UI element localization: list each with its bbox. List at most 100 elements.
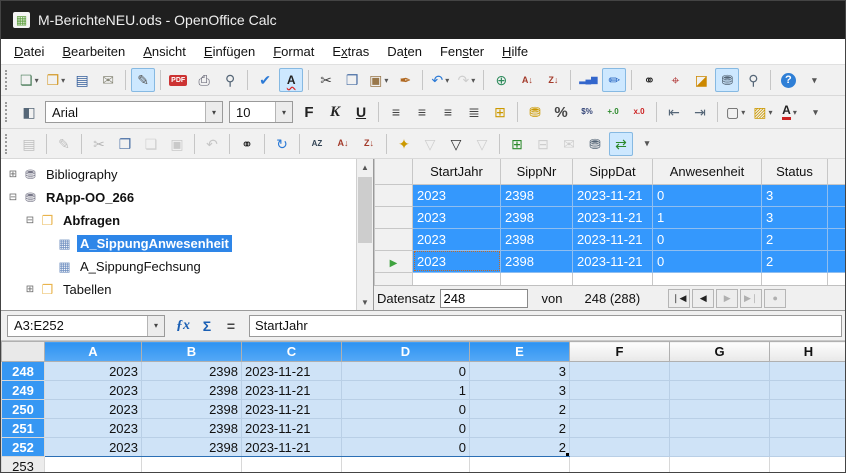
column-header-sippnr[interactable]: SippNr bbox=[501, 159, 573, 184]
menu-ansicht[interactable]: Ansicht bbox=[134, 41, 195, 62]
sheet-cell[interactable]: 2023-11-21 bbox=[242, 400, 342, 419]
sheet-cell[interactable]: 2398 bbox=[142, 400, 242, 419]
toolbar-grip[interactable] bbox=[5, 102, 12, 122]
explorer-toggle-button[interactable]: ⇄ bbox=[609, 132, 633, 156]
draw-functions-button[interactable]: ✏ bbox=[602, 68, 626, 92]
page-preview-button[interactable]: ⚲ bbox=[218, 68, 242, 92]
sheet-cell[interactable]: 0 bbox=[342, 419, 470, 438]
expand-icon[interactable]: ⊞ bbox=[7, 169, 19, 180]
row-selector[interactable] bbox=[375, 184, 413, 206]
navigator-button[interactable]: ⌖ bbox=[663, 68, 687, 92]
sheet-cell[interactable]: 3 bbox=[470, 362, 570, 381]
grid-cell[interactable] bbox=[653, 272, 762, 285]
sheet-cell[interactable]: 0 bbox=[342, 438, 470, 457]
align-right-button[interactable]: ≡ bbox=[436, 100, 460, 124]
sum-button[interactable]: Σ bbox=[195, 315, 219, 337]
scrollbar-thumb[interactable] bbox=[358, 177, 372, 243]
row-header-253[interactable]: 253 bbox=[2, 457, 45, 473]
sheet-cell[interactable]: 2 bbox=[470, 419, 570, 438]
dropdown-arrow-icon[interactable]: ▾ bbox=[445, 76, 449, 85]
column-header-status[interactable]: Status bbox=[762, 159, 828, 184]
percent-button[interactable]: % bbox=[549, 100, 573, 124]
sheet-cell[interactable] bbox=[770, 400, 846, 419]
tree-item-rappoo266[interactable]: ⊟⛃RApp-OO_266 bbox=[1, 186, 356, 209]
chart-button[interactable]: ▂▄▆ bbox=[576, 68, 600, 92]
row-selector[interactable] bbox=[375, 272, 413, 285]
sheet-cell[interactable] bbox=[670, 457, 770, 473]
column-header-a[interactable]: A bbox=[45, 342, 142, 362]
grid-cell[interactable]: 2023 bbox=[413, 228, 501, 250]
format-paintbrush-button[interactable]: ✒ bbox=[393, 68, 417, 92]
gallery-button[interactable]: ◪ bbox=[689, 68, 713, 92]
align-left-button[interactable]: ≡ bbox=[384, 100, 408, 124]
dropdown-arrow-icon[interactable]: ▾ bbox=[35, 76, 39, 85]
grid-cell[interactable]: 2023 bbox=[413, 206, 501, 228]
justify-button[interactable]: ≣ bbox=[462, 100, 486, 124]
collapse-icon[interactable]: ⊟ bbox=[24, 215, 36, 226]
grid-cell[interactable]: 2398 bbox=[501, 184, 573, 206]
sheet-cell[interactable] bbox=[242, 457, 342, 473]
undo-button[interactable]: ↶▾ bbox=[428, 68, 452, 92]
sheet-cell[interactable] bbox=[570, 438, 670, 457]
merge-cells-button[interactable]: ⊞ bbox=[488, 100, 512, 124]
db-grid-corner[interactable] bbox=[375, 159, 413, 184]
delete-decimal-button[interactable]: x.0 bbox=[627, 100, 651, 124]
selection-handle[interactable] bbox=[566, 453, 570, 457]
dropdown-arrow-icon[interactable]: ▾ bbox=[741, 108, 745, 117]
export-pdf-button[interactable]: PDF bbox=[166, 68, 190, 92]
name-box[interactable]: A3:E252 ▾ bbox=[7, 315, 165, 337]
grid-cell[interactable]: 2023 bbox=[413, 184, 501, 206]
sheet-cell[interactable] bbox=[570, 400, 670, 419]
toolbar-grip[interactable] bbox=[5, 70, 12, 90]
column-header-g[interactable]: G bbox=[670, 342, 770, 362]
menu-fenster[interactable]: Fenster bbox=[431, 41, 493, 62]
increase-indent-button[interactable]: ⇥ bbox=[688, 100, 712, 124]
align-center-button[interactable]: ≡ bbox=[410, 100, 434, 124]
tree-scrollbar[interactable]: ▲ ▼ bbox=[356, 159, 373, 310]
overflow-button[interactable]: ▾ bbox=[802, 68, 826, 92]
auto-filter-button[interactable]: ✦ bbox=[392, 132, 416, 156]
sheet-cell[interactable]: 2023-11-21 bbox=[242, 381, 342, 400]
bold-button[interactable]: F bbox=[297, 100, 321, 124]
prev-record-button[interactable]: ◀ bbox=[692, 289, 714, 308]
auto-spellcheck-button[interactable]: A bbox=[279, 68, 303, 92]
grid-cell[interactable]: 2023-11-21 bbox=[573, 184, 653, 206]
grid-cell[interactable]: 3 bbox=[762, 206, 828, 228]
hyperlink-button[interactable]: ⊕ bbox=[489, 68, 513, 92]
sheet-cell[interactable] bbox=[670, 381, 770, 400]
chevron-down-icon[interactable]: ▾ bbox=[205, 102, 222, 122]
underline-button[interactable]: U bbox=[349, 100, 373, 124]
sheet-cell[interactable]: 2398 bbox=[142, 438, 242, 457]
currency-button[interactable]: ⛃ bbox=[523, 100, 547, 124]
menu-datei[interactable]: Datei bbox=[5, 41, 53, 62]
sheet-cell[interactable]: 2398 bbox=[142, 419, 242, 438]
scroll-up-icon[interactable]: ▲ bbox=[357, 159, 374, 175]
grid-cell[interactable]: 2398 bbox=[501, 206, 573, 228]
grid-cell[interactable]: 0 bbox=[653, 250, 762, 272]
grid-cell[interactable]: 2398 bbox=[501, 250, 573, 272]
menu-extras[interactable]: Extras bbox=[323, 41, 378, 62]
function-wizard-button[interactable]: ƒx bbox=[171, 315, 195, 337]
sheet-cell[interactable]: 2398 bbox=[142, 362, 242, 381]
first-record-button[interactable]: ❘◀ bbox=[668, 289, 690, 308]
table-row[interactable]: ▶202323982023-11-2102 bbox=[375, 250, 846, 272]
zoom-button[interactable]: ⚲ bbox=[741, 68, 765, 92]
grid-cell[interactable] bbox=[828, 272, 846, 285]
email-button[interactable]: ✉ bbox=[96, 68, 120, 92]
row-selector[interactable] bbox=[375, 206, 413, 228]
toolbar-grip[interactable] bbox=[5, 134, 12, 154]
tree-item-bibliography[interactable]: ⊞⛃Bibliography bbox=[1, 163, 356, 186]
sheet-cell[interactable] bbox=[670, 438, 770, 457]
sort-button[interactable]: AZ bbox=[305, 132, 329, 156]
row-header-248[interactable]: 248 bbox=[2, 362, 45, 381]
menu-format[interactable]: Format bbox=[264, 41, 323, 62]
sheet-cell[interactable]: 2023-11-21 bbox=[242, 438, 342, 457]
sheet-cell[interactable] bbox=[770, 362, 846, 381]
sheet-cell[interactable]: 3 bbox=[470, 381, 570, 400]
column-header-f[interactable]: F bbox=[570, 342, 670, 362]
font-size-combo[interactable]: 10 ▾ bbox=[229, 101, 293, 123]
grid-cell[interactable]: 2023-11-21 bbox=[573, 250, 653, 272]
chevron-down-icon[interactable]: ▾ bbox=[147, 316, 164, 336]
sheet-cell[interactable]: 2023 bbox=[45, 362, 142, 381]
menu-einfgen[interactable]: Einfügen bbox=[195, 41, 264, 62]
